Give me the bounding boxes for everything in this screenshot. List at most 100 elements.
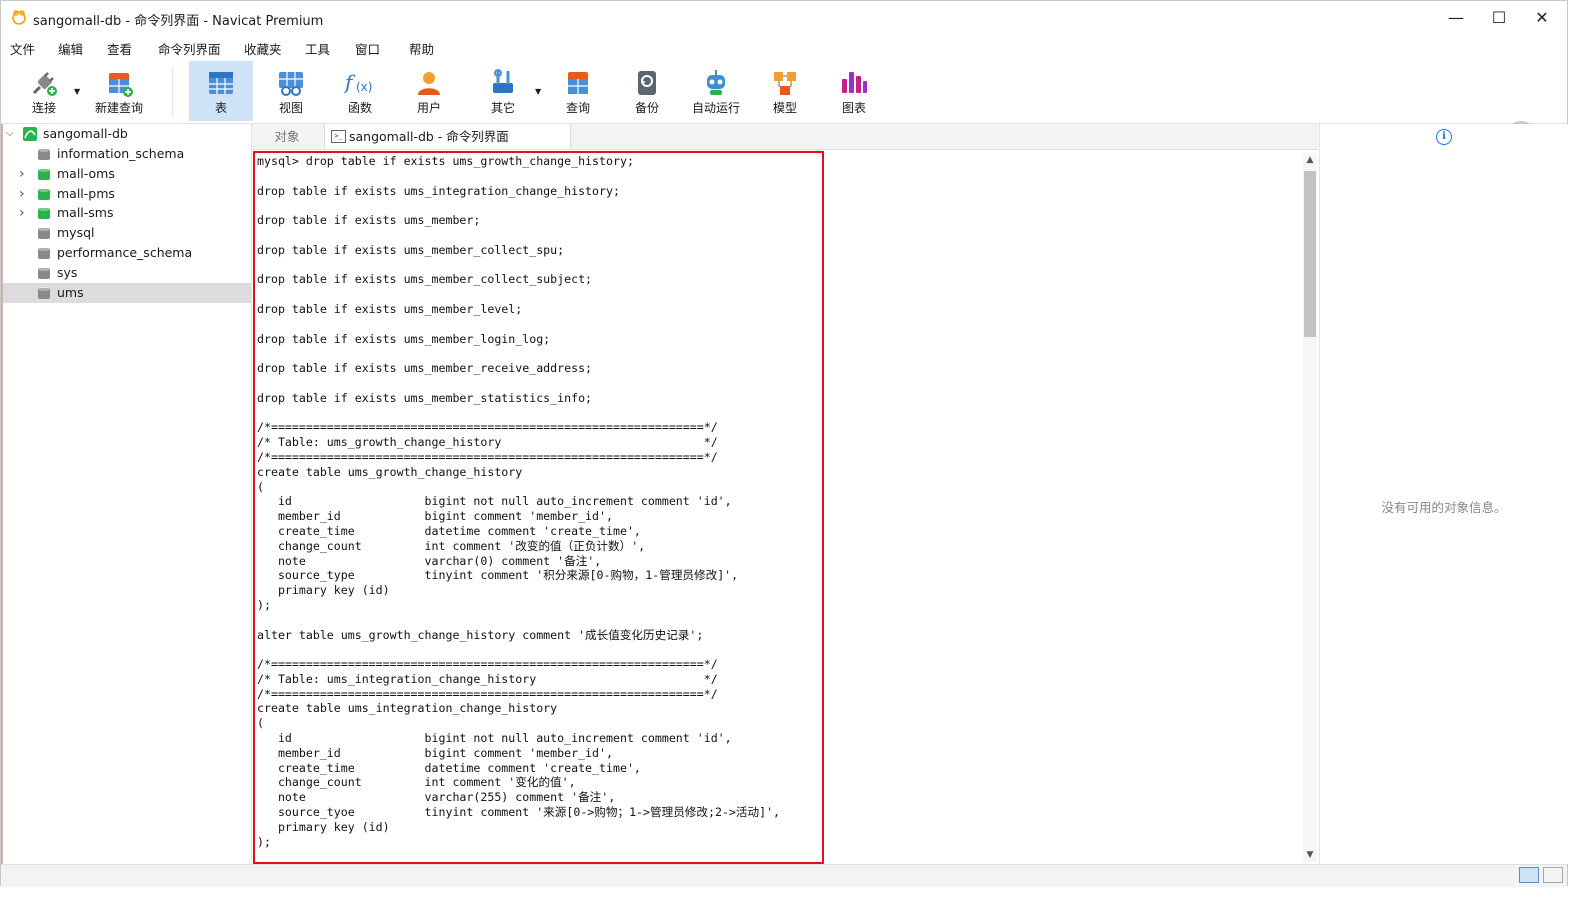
tree-database-item[interactable]: › mall-pms [1, 184, 251, 204]
database-label: mall-pms [57, 185, 115, 201]
tab-objects[interactable]: 对象 [252, 124, 322, 149]
toolbar-label: 查询 [565, 101, 590, 115]
view-icon [279, 72, 303, 96]
toolbar-connection-button[interactable]: 连接 ▼ [12, 61, 80, 121]
toolbar-table-button[interactable]: 表 [189, 61, 253, 121]
toolbar-label: 连接 [31, 101, 56, 115]
database-icon [38, 286, 50, 299]
status-bar [1, 864, 1567, 887]
menu-edit[interactable]: 编辑 [58, 39, 83, 58]
dropdown-arrow-icon[interactable]: ▼ [74, 87, 80, 96]
tree-database-item[interactable]: information_schema [1, 144, 251, 164]
app-window: sangomall-db - 命令列界面 - Navicat Premium —… [0, 0, 1568, 887]
info-icon[interactable]: i [1436, 129, 1452, 145]
collapse-arrow-icon[interactable]: ⌵ [6, 124, 14, 144]
database-icon [38, 167, 50, 180]
toolbar-label: 视图 [278, 101, 303, 115]
tab-label: sangomall-db - 命令列界面 [349, 129, 509, 144]
menu-console[interactable]: 命令列界面 [158, 39, 221, 58]
query-icon [568, 72, 588, 94]
tree-database-item[interactable]: performance_schema [1, 243, 251, 263]
title-bar: sangomall-db - 命令列界面 - Navicat Premium —… [1, 1, 1567, 34]
console-scrollbar[interactable]: ▲ ▼ [1303, 153, 1317, 862]
console-prompt-icon: >_ [331, 130, 346, 143]
toolbar-view-button[interactable]: 视图 [259, 61, 323, 121]
menu-file[interactable]: 文件 [10, 39, 35, 58]
menu-window[interactable]: 窗口 [355, 39, 380, 58]
database-label: performance_schema [57, 245, 193, 260]
table-icon [209, 72, 233, 94]
scrollbar-thumb[interactable] [1304, 171, 1316, 337]
menu-tools[interactable]: 工具 [305, 39, 330, 58]
toolbar-label: 用户 [416, 101, 441, 115]
mysql-connection-icon [23, 127, 37, 141]
toolbar-chart-button[interactable]: 图表 [822, 61, 886, 121]
main-toolbar: 连接 ▼ 新建查询 表 视图 f (x) 函数 用户 其它 ▼ 查询 备份 自动… [1, 59, 1567, 157]
tree-connection[interactable]: ⌵ sangomall-db [1, 124, 251, 144]
toolbar-function-button[interactable]: f (x) 函数 [328, 61, 392, 121]
model-icon [774, 72, 796, 95]
toolbar-label: 其它 [490, 101, 515, 115]
database-label: mysql [57, 225, 95, 241]
scroll-down-icon[interactable]: ▼ [1303, 848, 1317, 862]
tab-bar: 对象 >_ sangomall-db - 命令列界面 [252, 124, 1318, 150]
tree-database-item[interactable]: ums [1, 282, 251, 303]
toolbar-new-query-button[interactable]: 新建查询 [87, 61, 151, 121]
toolbar-user-button[interactable]: 用户 [397, 61, 461, 121]
console-text[interactable]: mysql> drop table if exists ums_growth_c… [257, 154, 780, 849]
toolbar-model-button[interactable]: 模型 [753, 61, 817, 121]
toolbar-label: 表 [214, 101, 227, 115]
maximize-button[interactable]: ☐ [1479, 5, 1519, 31]
console-output[interactable]: mysql> drop table if exists ums_growth_c… [252, 150, 1302, 863]
layout-toggle-left-icon[interactable] [1519, 867, 1539, 883]
menu-favorites[interactable]: 收藏夹 [244, 39, 282, 58]
object-info-panel: i 没有可用的对象信息。 [1319, 124, 1568, 864]
close-button[interactable]: ✕ [1522, 5, 1562, 31]
minimize-button[interactable]: — [1436, 5, 1476, 31]
tree-database-item[interactable]: › mall-sms [1, 203, 251, 223]
tab-command-line[interactable]: >_ sangomall-db - 命令列界面 [324, 124, 571, 149]
toolbar-query-button[interactable]: 查询 [546, 61, 610, 121]
toolbar-label: 新建查询 [94, 101, 143, 115]
connection-label: sangomall-db [43, 126, 128, 141]
user-icon [418, 72, 440, 95]
toolbar-label: 函数 [347, 101, 372, 115]
robot-icon [707, 70, 725, 95]
toolbar-separator [172, 67, 173, 117]
svg-text:(x): (x) [356, 80, 372, 94]
menu-help[interactable]: 帮助 [409, 39, 434, 58]
scroll-up-icon[interactable]: ▲ [1303, 153, 1317, 167]
database-icon [38, 247, 50, 259]
backup-icon [638, 71, 656, 95]
database-icon [38, 266, 50, 279]
window-title: sangomall-db - 命令列界面 - Navicat Premium [33, 14, 324, 29]
tree-database-item[interactable]: sys [1, 263, 251, 283]
toolbar-other-button[interactable]: 其它 ▼ [471, 61, 541, 121]
tree-database-item[interactable]: › mall-oms [1, 164, 251, 184]
database-icon [38, 207, 50, 220]
database-label: ums [57, 284, 84, 300]
expand-arrow-icon[interactable]: › [19, 203, 25, 223]
new-query-icon [109, 73, 133, 97]
database-label: mall-oms [57, 165, 115, 181]
toolbar-backup-button[interactable]: 备份 [615, 61, 679, 121]
dropdown-arrow-icon[interactable]: ▼ [535, 87, 541, 96]
database-label: information_schema [57, 146, 185, 161]
chart-icon [842, 72, 867, 93]
tree-database-item[interactable]: mysql [1, 223, 251, 243]
window-left-edge [1, 124, 3, 864]
toolbar-automation-button[interactable]: 自动运行 [684, 61, 748, 121]
toolbar-label: 自动运行 [691, 101, 740, 115]
layout-toggle-right-icon[interactable] [1543, 867, 1563, 883]
expand-arrow-icon[interactable]: › [19, 184, 25, 204]
menu-view[interactable]: 查看 [107, 39, 132, 58]
database-label: sys [57, 264, 78, 280]
toolbar-label: 图表 [841, 101, 866, 115]
toolbar-label: 模型 [772, 101, 797, 115]
no-info-text: 没有可用的对象信息。 [1381, 500, 1507, 515]
toolbar-label: 备份 [634, 101, 659, 115]
tools-icon [493, 69, 513, 93]
expand-arrow-icon[interactable]: › [19, 164, 25, 184]
svg-text:f: f [343, 70, 356, 94]
database-icon [38, 187, 50, 200]
